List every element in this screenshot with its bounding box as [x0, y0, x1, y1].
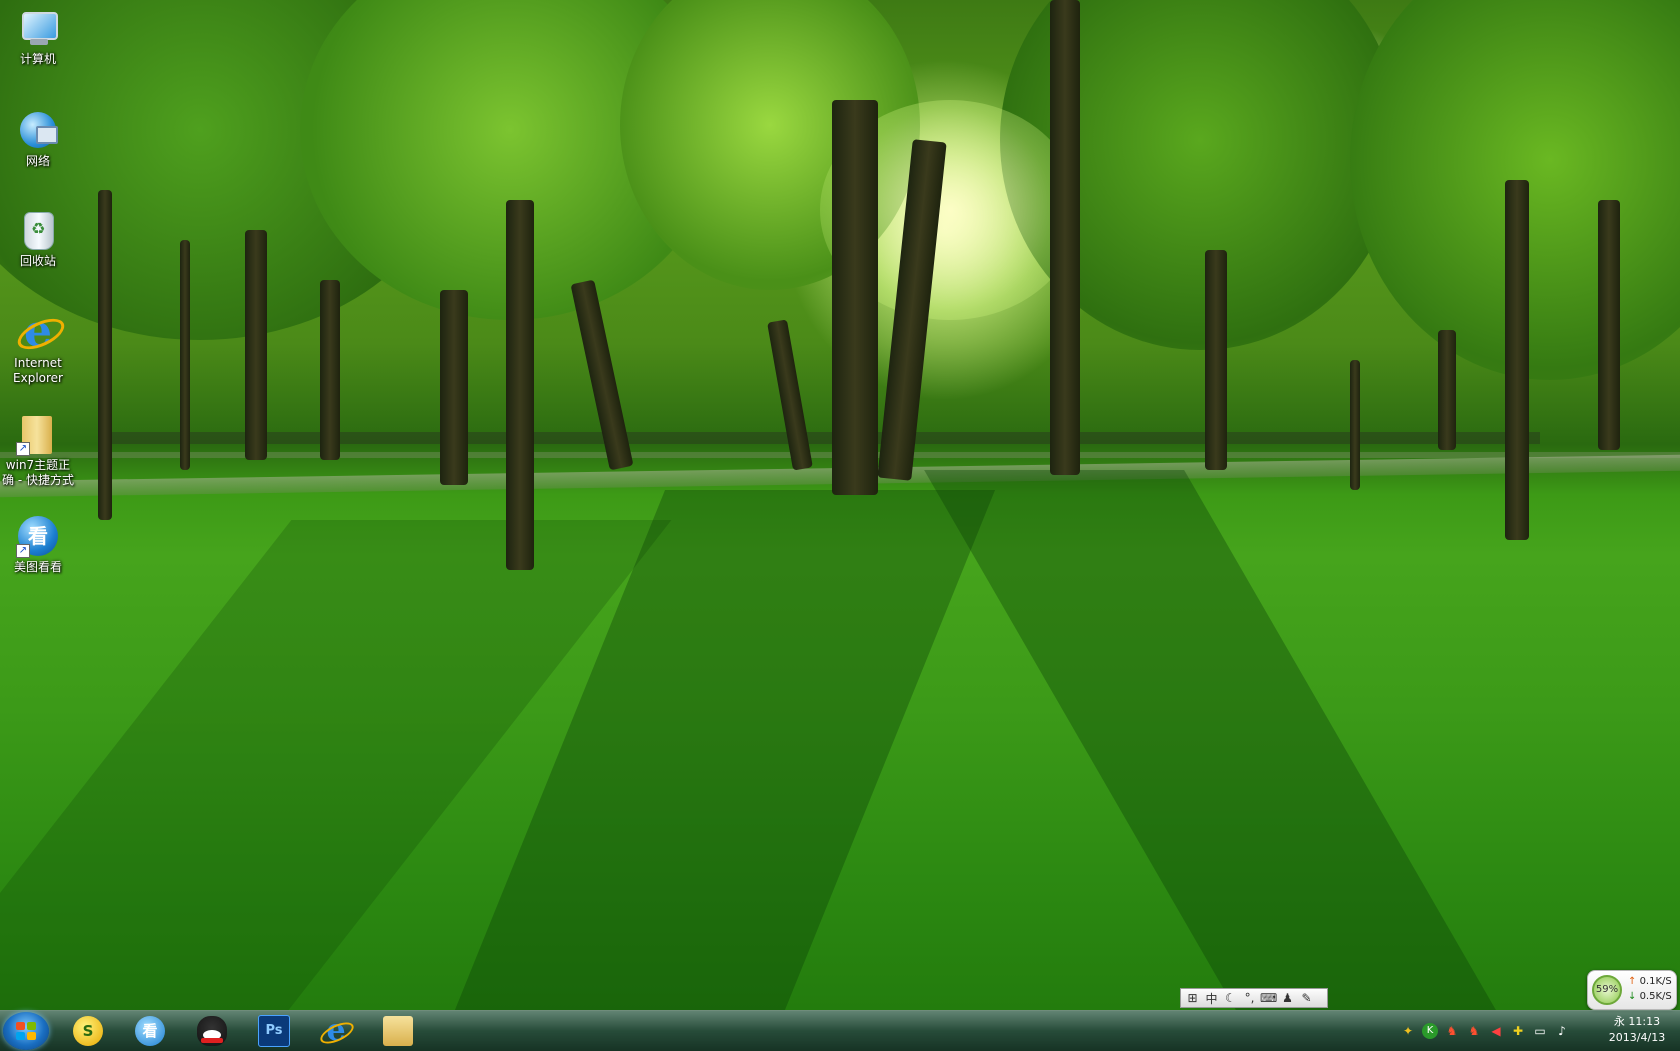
desktop-icon-label: Internet Explorer — [13, 356, 63, 385]
taskbar-internet-explorer[interactable]: e — [310, 1014, 362, 1048]
desktop-icon-label: 网络 — [25, 154, 50, 168]
upload-value: 0.1K/S — [1639, 976, 1672, 987]
tray-kaspersky-icon[interactable]: K — [1422, 1023, 1438, 1039]
desktop-icon-internet-explorer[interactable]: e Internet Explorer — [0, 310, 76, 386]
folder-icon — [383, 1016, 413, 1046]
tray-speaker-mute-icon[interactable]: ◀ — [1488, 1023, 1504, 1039]
windows-logo-icon — [16, 1022, 36, 1040]
upload-arrow-icon: ↑ — [1628, 976, 1640, 987]
recycle-bin-icon — [16, 208, 60, 252]
shortcut-arrow-icon: ↗ — [16, 442, 30, 456]
taskbar-sogou-browser[interactable]: S — [62, 1014, 114, 1048]
tray-network-icon[interactable]: ▭ — [1532, 1023, 1548, 1039]
tray-security-icon[interactable]: ✚ — [1510, 1023, 1526, 1039]
cpu-usage-gauge: 59% — [1592, 975, 1622, 1005]
desktop-icon-label: win7主题正确 - 快捷方式 — [2, 458, 74, 487]
clock-date: 2013/4/13 — [1608, 1031, 1666, 1044]
desktop-icon-label: 美图看看 — [13, 560, 62, 574]
desktop-icon-label: 回收站 — [19, 254, 56, 268]
tray-qq-icon[interactable]: ♞ — [1466, 1023, 1482, 1039]
photoshop-icon: Ps — [258, 1015, 290, 1047]
tray-volume-icon[interactable]: ♪ — [1554, 1023, 1570, 1039]
network-icon — [16, 108, 60, 152]
ime-user-icon[interactable]: ♟ — [1279, 991, 1296, 1005]
internet-explorer-icon: e — [13, 310, 69, 356]
ime-halfwidth-icon[interactable]: ☾ — [1222, 991, 1239, 1005]
desktop-icon-network[interactable]: 网络 — [0, 108, 76, 169]
download-value: 0.5K/S — [1639, 991, 1672, 1002]
ime-keyboard-icon[interactable]: ⌨ — [1260, 991, 1277, 1005]
upload-speed: ↑ 0.1K/S — [1628, 976, 1672, 987]
taskbar: S 看 Ps e ✦ K ♞ ♞ ◀ ✚ ▭ ♪ 永 11:13 2013/4/… — [0, 1010, 1680, 1051]
ime-settings-icon[interactable]: ✎ — [1298, 991, 1315, 1005]
folder-shortcut-icon: ↗ — [16, 412, 60, 456]
meitu-kankan-icon: 看 ↗ — [16, 514, 60, 558]
tray-app-icon[interactable]: ✦ — [1400, 1023, 1416, 1039]
system-tray: ✦ K ♞ ♞ ◀ ✚ ▭ ♪ — [1400, 1019, 1570, 1043]
taskbar-meitu-kankan[interactable]: 看 — [124, 1014, 176, 1048]
desktop-icon-label: 计算机 — [19, 52, 56, 66]
tray-qq-icon[interactable]: ♞ — [1444, 1023, 1460, 1039]
shortcut-arrow-icon: ↗ — [16, 544, 30, 558]
internet-explorer-icon: e — [317, 1016, 357, 1048]
desktop-icon-win7-theme-shortcut[interactable]: ↗ win7主题正确 - 快捷方式 — [0, 412, 76, 488]
desktop-wallpaper — [0, 0, 1680, 1010]
computer-icon — [16, 6, 60, 50]
start-button[interactable] — [3, 1012, 49, 1050]
desktop-icon-recycle-bin[interactable]: 回收站 — [0, 208, 76, 269]
qq-penguin-icon — [197, 1016, 227, 1046]
ime-mode-toggle[interactable]: 中 — [1203, 990, 1220, 1007]
taskbar-qq[interactable] — [186, 1014, 238, 1048]
sogou-browser-icon: S — [73, 1016, 103, 1046]
taskbar-photoshop[interactable]: Ps — [248, 1014, 300, 1048]
ime-language-bar[interactable]: ⊞ 中 ☾ °, ⌨ ♟ ✎ — [1180, 988, 1328, 1008]
clock-time: 永 11:13 — [1613, 1015, 1661, 1028]
taskbar-clock[interactable]: 永 11:13 2013/4/13 — [1600, 1014, 1674, 1046]
ime-menu-icon[interactable]: ⊞ — [1184, 991, 1201, 1005]
download-speed: ↓ 0.5K/S — [1628, 991, 1672, 1002]
meitu-kankan-icon: 看 — [135, 1016, 165, 1046]
ime-punctuation-icon[interactable]: °, — [1241, 991, 1258, 1005]
taskbar-windows-explorer[interactable] — [372, 1014, 424, 1048]
network-monitor-widget[interactable]: 59% ↑ 0.1K/S ↓ 0.5K/S — [1587, 970, 1677, 1010]
desktop-icon-meitu-kankan[interactable]: 看 ↗ 美图看看 — [0, 514, 76, 575]
download-arrow-icon: ↓ — [1628, 991, 1640, 1002]
desktop-icon-computer[interactable]: 计算机 — [0, 6, 76, 67]
